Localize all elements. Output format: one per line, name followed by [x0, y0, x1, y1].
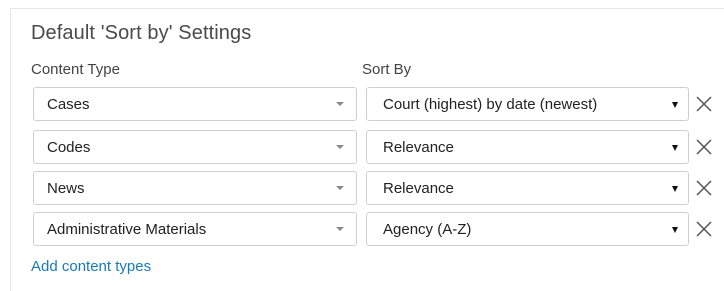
close-icon: [696, 180, 712, 196]
chevron-down-icon: [672, 186, 678, 192]
chevron-down-icon: [672, 102, 678, 108]
content-type-value: Administrative Materials: [47, 220, 207, 238]
chevron-down-icon: [672, 227, 678, 233]
content-type-value: Cases: [47, 95, 90, 113]
sort-by-column-header: Sort By: [362, 61, 412, 78]
sort-by-value: Relevance: [383, 138, 454, 156]
sort-by-value: Agency (A-Z): [383, 220, 472, 238]
chevron-down-icon: [336, 145, 344, 149]
sort-by-dropdown[interactable]: Court (highest) by date (newest): [366, 87, 689, 121]
sort-by-dropdown[interactable]: Relevance: [366, 130, 689, 164]
content-type-dropdown[interactable]: News: [33, 171, 357, 205]
close-icon: [696, 139, 712, 155]
settings-row: Codes Relevance: [0, 130, 724, 164]
settings-row: Cases Court (highest) by date (newest): [0, 87, 724, 121]
sort-by-dropdown[interactable]: Relevance: [366, 171, 689, 205]
content-type-value: News: [47, 179, 85, 197]
remove-row-button[interactable]: [694, 178, 714, 198]
content-type-dropdown[interactable]: Codes: [33, 130, 357, 164]
settings-row: Administrative Materials Agency (A-Z): [0, 212, 724, 246]
content-type-dropdown[interactable]: Cases: [33, 87, 357, 121]
add-content-types-link[interactable]: Add content types: [31, 258, 151, 275]
chevron-down-icon: [336, 227, 344, 231]
chevron-down-icon: [336, 102, 344, 106]
remove-row-button[interactable]: [694, 219, 714, 239]
page-title: Default 'Sort by' Settings: [31, 22, 252, 44]
chevron-down-icon: [336, 186, 344, 190]
sort-by-dropdown[interactable]: Agency (A-Z): [366, 212, 689, 246]
content-type-value: Codes: [47, 138, 91, 156]
remove-row-button[interactable]: [694, 137, 714, 157]
settings-row: News Relevance: [0, 171, 724, 205]
sort-by-value: Court (highest) by date (newest): [383, 95, 598, 113]
remove-row-button[interactable]: [694, 94, 714, 114]
content-type-dropdown[interactable]: Administrative Materials: [33, 212, 357, 246]
chevron-down-icon: [672, 145, 678, 151]
close-icon: [696, 221, 712, 237]
close-icon: [696, 96, 712, 112]
content-type-column-header: Content Type: [31, 61, 120, 78]
sort-by-value: Relevance: [383, 179, 454, 197]
